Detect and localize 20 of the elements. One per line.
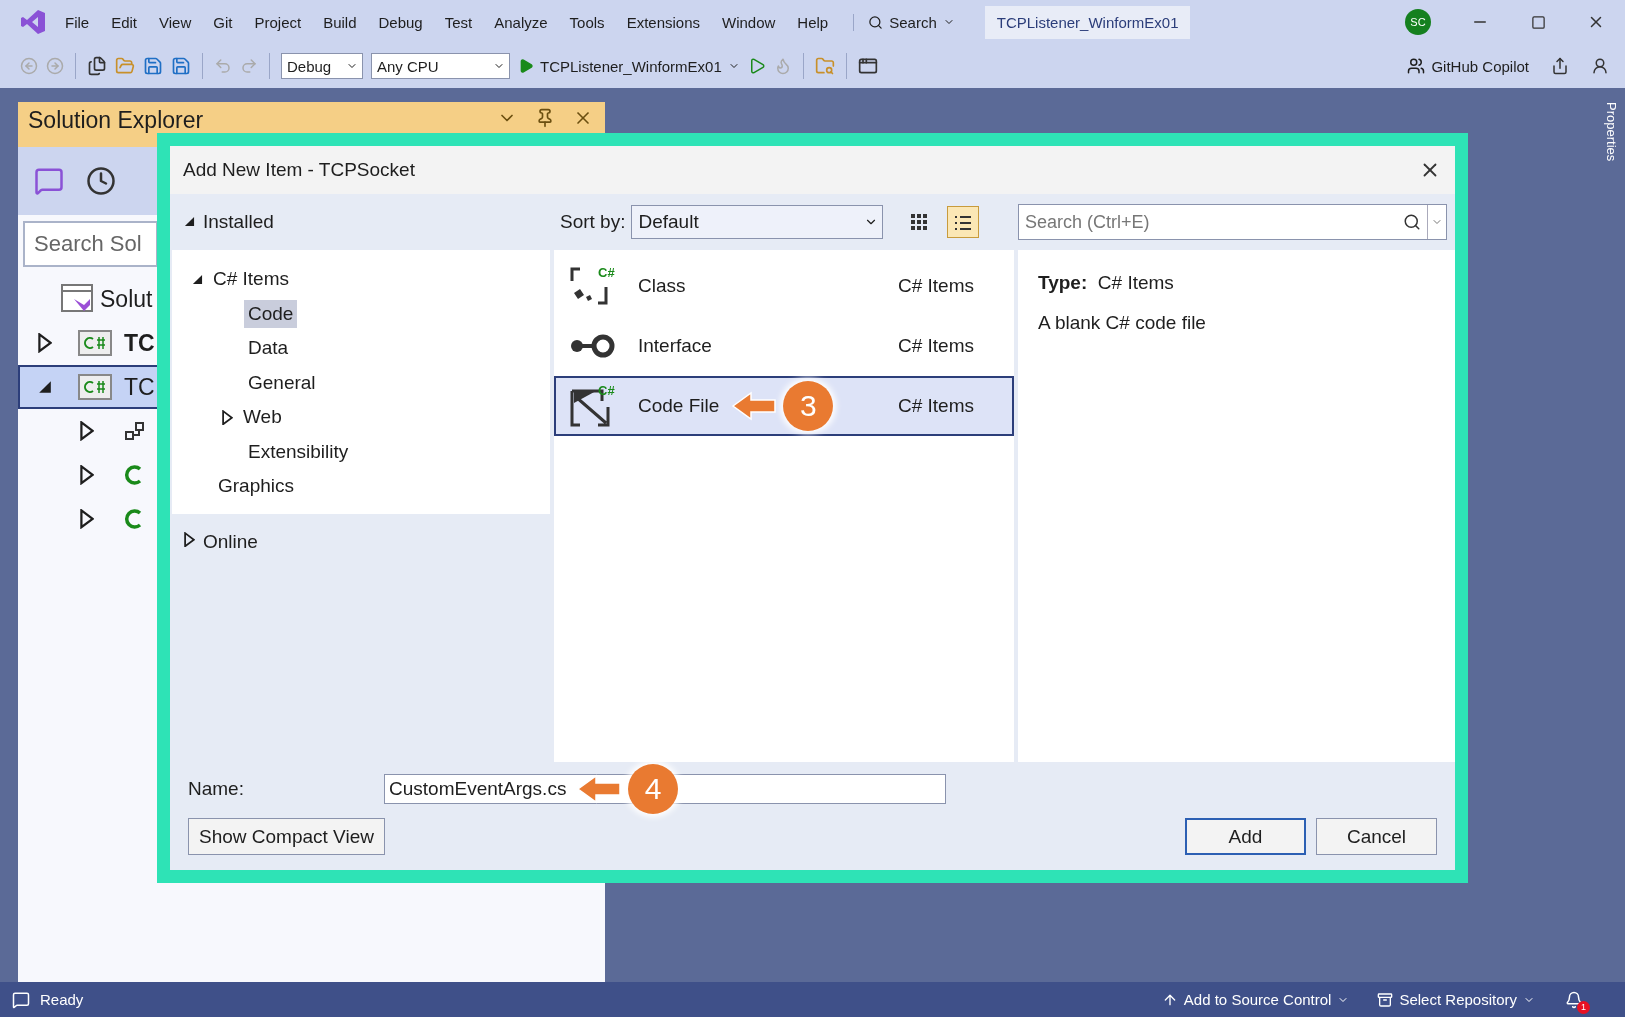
sort-label: Sort by: bbox=[560, 211, 626, 233]
name-label: Name: bbox=[188, 778, 245, 800]
step-badge: 4 bbox=[628, 764, 678, 814]
step-badge: 3 bbox=[783, 381, 834, 431]
template-category: C# Items bbox=[897, 335, 974, 357]
template-category: C# Items bbox=[897, 395, 974, 417]
solution-title: TCPListener_WinformEx01 bbox=[984, 5, 1191, 39]
template-name: Interface bbox=[638, 335, 712, 357]
tree-label: TC bbox=[124, 373, 155, 401]
dialog-title: Add New Item - TCPSocket bbox=[183, 159, 415, 181]
template-category: C# Items bbox=[897, 275, 974, 297]
status-text: Ready bbox=[40, 991, 84, 1008]
panel-title: Solution Explorer bbox=[28, 108, 204, 133]
description-text: A blank C# code file bbox=[1038, 312, 1207, 334]
template-name: Code File bbox=[638, 395, 720, 417]
tree-label: Solut bbox=[100, 285, 153, 313]
tree-label: TC bbox=[124, 329, 155, 357]
template-name: Class bbox=[638, 275, 686, 297]
notification-count: 1 bbox=[1577, 1000, 1590, 1014]
type-line: Type: C# Items bbox=[1038, 272, 1175, 294]
